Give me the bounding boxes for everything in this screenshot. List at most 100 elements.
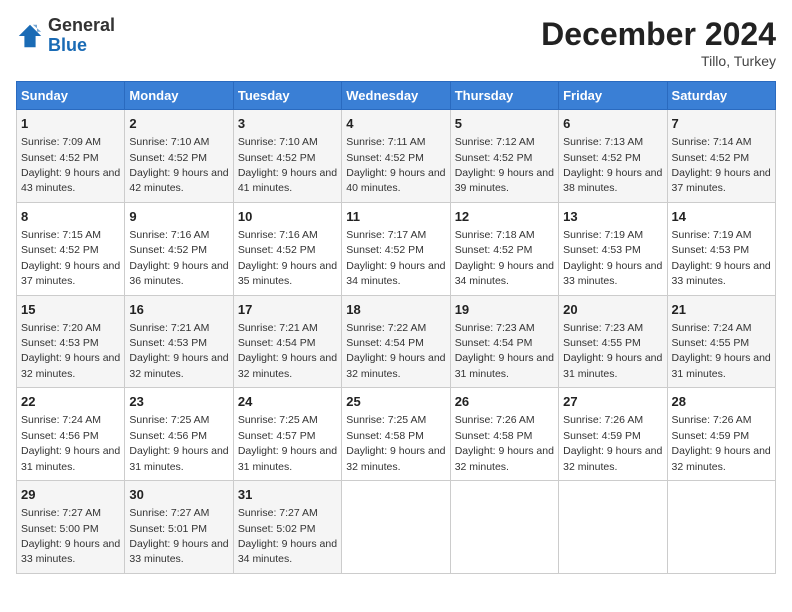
table-row: 4 Sunrise: 7:11 AM Sunset: 4:52 PM Dayli… [342,110,450,203]
day-number: 8 [21,208,120,226]
table-row: 29 Sunrise: 7:27 AM Sunset: 5:00 PM Dayl… [17,481,125,574]
calendar-week-3: 15 Sunrise: 7:20 AM Sunset: 4:53 PM Dayl… [17,295,776,388]
table-row: 8 Sunrise: 7:15 AM Sunset: 4:52 PM Dayli… [17,202,125,295]
sunrise-info: Sunrise: 7:26 AM [672,414,752,426]
location: Tillo, Turkey [541,53,776,69]
col-thursday: Thursday [450,82,558,110]
day-number: 20 [563,301,662,319]
daylight-info: Daylight: 9 hours and 31 minutes. [129,445,228,472]
day-number: 30 [129,486,228,504]
table-row: 7 Sunrise: 7:14 AM Sunset: 4:52 PM Dayli… [667,110,775,203]
col-friday: Friday [559,82,667,110]
calendar-week-5: 29 Sunrise: 7:27 AM Sunset: 5:00 PM Dayl… [17,481,776,574]
sunset-info: Sunset: 4:52 PM [129,152,207,164]
sunset-info: Sunset: 4:57 PM [238,430,316,442]
table-row: 31 Sunrise: 7:27 AM Sunset: 5:02 PM Dayl… [233,481,341,574]
day-number: 31 [238,486,337,504]
sunset-info: Sunset: 4:58 PM [455,430,533,442]
day-number: 6 [563,115,662,133]
sunrise-info: Sunrise: 7:20 AM [21,322,101,334]
sunset-info: Sunset: 4:55 PM [672,337,750,349]
sunrise-info: Sunrise: 7:10 AM [238,136,318,148]
sunset-info: Sunset: 4:53 PM [563,244,641,256]
sunset-info: Sunset: 5:02 PM [238,523,316,535]
table-row [342,481,450,574]
sunset-info: Sunset: 4:56 PM [129,430,207,442]
sunset-info: Sunset: 4:52 PM [129,244,207,256]
daylight-info: Daylight: 9 hours and 32 minutes. [21,352,120,379]
sunset-info: Sunset: 4:59 PM [563,430,641,442]
logo-general-text: General [48,15,115,35]
daylight-info: Daylight: 9 hours and 31 minutes. [563,352,662,379]
day-number: 23 [129,393,228,411]
sunrise-info: Sunrise: 7:12 AM [455,136,535,148]
daylight-info: Daylight: 9 hours and 32 minutes. [563,445,662,472]
day-number: 12 [455,208,554,226]
table-row: 3 Sunrise: 7:10 AM Sunset: 4:52 PM Dayli… [233,110,341,203]
calendar-week-2: 8 Sunrise: 7:15 AM Sunset: 4:52 PM Dayli… [17,202,776,295]
day-number: 29 [21,486,120,504]
sunset-info: Sunset: 4:52 PM [346,152,424,164]
table-row [667,481,775,574]
table-row: 2 Sunrise: 7:10 AM Sunset: 4:52 PM Dayli… [125,110,233,203]
sunset-info: Sunset: 4:53 PM [672,244,750,256]
day-number: 21 [672,301,771,319]
sunrise-info: Sunrise: 7:27 AM [238,507,318,519]
sunrise-info: Sunrise: 7:25 AM [129,414,209,426]
sunrise-info: Sunrise: 7:09 AM [21,136,101,148]
sunrise-info: Sunrise: 7:26 AM [455,414,535,426]
sunrise-info: Sunrise: 7:23 AM [455,322,535,334]
table-row: 18 Sunrise: 7:22 AM Sunset: 4:54 PM Dayl… [342,295,450,388]
sunset-info: Sunset: 4:58 PM [346,430,424,442]
table-row: 14 Sunrise: 7:19 AM Sunset: 4:53 PM Dayl… [667,202,775,295]
sunrise-info: Sunrise: 7:24 AM [21,414,101,426]
table-row: 10 Sunrise: 7:16 AM Sunset: 4:52 PM Dayl… [233,202,341,295]
daylight-info: Daylight: 9 hours and 43 minutes. [21,167,120,194]
sunrise-info: Sunrise: 7:23 AM [563,322,643,334]
col-saturday: Saturday [667,82,775,110]
logo-icon [16,22,44,50]
daylight-info: Daylight: 9 hours and 32 minutes. [672,445,771,472]
calendar-header-row: Sunday Monday Tuesday Wednesday Thursday… [17,82,776,110]
daylight-info: Daylight: 9 hours and 37 minutes. [672,167,771,194]
sunset-info: Sunset: 4:52 PM [21,152,99,164]
daylight-info: Daylight: 9 hours and 39 minutes. [455,167,554,194]
table-row [450,481,558,574]
table-row: 21 Sunrise: 7:24 AM Sunset: 4:55 PM Dayl… [667,295,775,388]
sunset-info: Sunset: 4:54 PM [455,337,533,349]
sunset-info: Sunset: 4:52 PM [21,244,99,256]
daylight-info: Daylight: 9 hours and 42 minutes. [129,167,228,194]
sunset-info: Sunset: 4:59 PM [672,430,750,442]
daylight-info: Daylight: 9 hours and 33 minutes. [672,260,771,287]
calendar-table: Sunday Monday Tuesday Wednesday Thursday… [16,81,776,574]
sunrise-info: Sunrise: 7:27 AM [21,507,101,519]
daylight-info: Daylight: 9 hours and 32 minutes. [455,445,554,472]
daylight-info: Daylight: 9 hours and 34 minutes. [238,538,337,565]
daylight-info: Daylight: 9 hours and 36 minutes. [129,260,228,287]
sunrise-info: Sunrise: 7:19 AM [672,229,752,241]
table-row: 26 Sunrise: 7:26 AM Sunset: 4:58 PM Dayl… [450,388,558,481]
sunrise-info: Sunrise: 7:25 AM [238,414,318,426]
logo: General Blue [16,16,115,56]
day-number: 11 [346,208,445,226]
col-sunday: Sunday [17,82,125,110]
day-number: 17 [238,301,337,319]
sunset-info: Sunset: 4:55 PM [563,337,641,349]
table-row: 13 Sunrise: 7:19 AM Sunset: 4:53 PM Dayl… [559,202,667,295]
table-row: 19 Sunrise: 7:23 AM Sunset: 4:54 PM Dayl… [450,295,558,388]
day-number: 15 [21,301,120,319]
month-title: December 2024 [541,16,776,53]
sunrise-info: Sunrise: 7:25 AM [346,414,426,426]
sunrise-info: Sunrise: 7:13 AM [563,136,643,148]
day-number: 13 [563,208,662,226]
day-number: 26 [455,393,554,411]
table-row: 11 Sunrise: 7:17 AM Sunset: 4:52 PM Dayl… [342,202,450,295]
table-row: 15 Sunrise: 7:20 AM Sunset: 4:53 PM Dayl… [17,295,125,388]
table-row: 1 Sunrise: 7:09 AM Sunset: 4:52 PM Dayli… [17,110,125,203]
table-row: 17 Sunrise: 7:21 AM Sunset: 4:54 PM Dayl… [233,295,341,388]
table-row: 28 Sunrise: 7:26 AM Sunset: 4:59 PM Dayl… [667,388,775,481]
day-number: 18 [346,301,445,319]
day-number: 14 [672,208,771,226]
sunrise-info: Sunrise: 7:21 AM [129,322,209,334]
day-number: 1 [21,115,120,133]
